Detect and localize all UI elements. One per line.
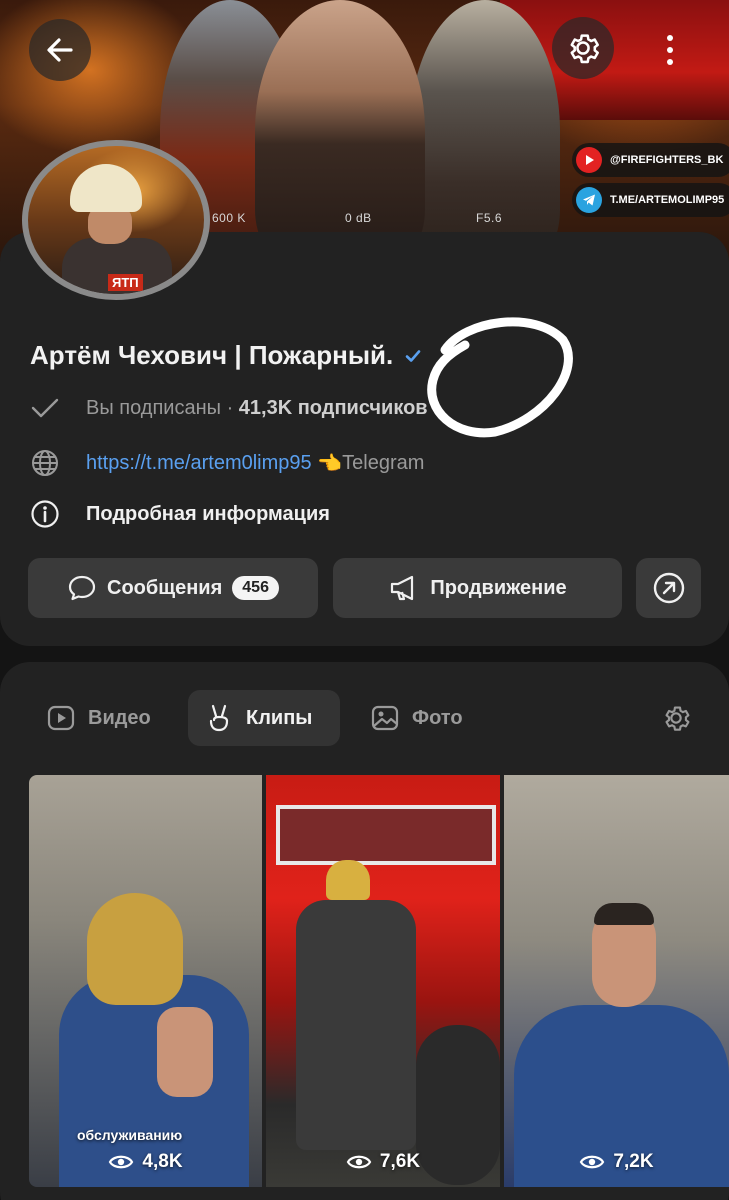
photo-icon [371,705,399,731]
clip-views: 4,8K [29,1151,262,1173]
check-icon [30,396,64,420]
play-icon [47,705,75,731]
avatar[interactable]: ЯТП [22,140,210,300]
cover-firefighter-center [255,0,425,262]
subscribed-label: Вы подписаны [86,396,221,419]
telegram-badge: T.ME/ARTEMOLIMP95 [572,183,729,217]
content-settings-button[interactable] [655,697,697,739]
website-row: https://t.me/artem0limp95 👈 Telegram [30,448,424,478]
tab-clips[interactable]: Клипы [188,690,340,746]
cover-stat: F5.6 [476,211,503,225]
clip-views: 7,6K [266,1151,500,1173]
link-suffix: Telegram [342,451,425,474]
more-menu-button[interactable] [650,24,690,76]
pointing-hand-emoji: 👈 [317,452,343,475]
clip-views: 7,2K [504,1151,729,1173]
globe-icon [30,448,64,478]
chat-bubble-icon [68,575,96,601]
clip-views-count: 7,2K [613,1151,654,1172]
tab-video[interactable]: Видео [30,690,167,746]
messages-count-badge: 456 [232,576,279,600]
eye-icon [346,1155,372,1169]
eye-icon [109,1155,134,1169]
verified-check-icon [405,349,421,362]
details-label: Подробная информация [86,502,330,525]
youtube-icon [576,147,602,173]
gear-icon [570,34,599,64]
clip-views-count: 7,6K [379,1151,421,1172]
avatar-badge-text: ЯТП [108,274,143,291]
youtube-handle: @FIREFIGHTERS_BK [610,154,724,166]
settings-button[interactable] [552,17,614,79]
profile-name-row: Артём Чехович | Пожарный. [30,340,423,371]
subscription-row[interactable]: Вы подписаны · 41,3K подписчиков [30,396,428,420]
share-button[interactable] [636,558,701,618]
tab-clips-label: Клипы [246,706,313,729]
clip-thumbnail[interactable]: 7,2K [504,775,729,1187]
cover-stat: 0 dB [345,211,372,225]
separator: · [226,396,234,419]
share-arrow-icon [653,572,684,604]
clips-hand-icon [209,704,229,732]
clip-views-count: 4,8K [142,1151,183,1172]
promote-button[interactable]: Продвижение [333,558,622,618]
telegram-handle: T.ME/ARTEMOLIMP95 [610,194,725,206]
gear-icon [665,706,690,731]
tab-photo[interactable]: Фото [354,690,479,746]
telegram-icon [576,187,602,213]
info-icon [30,499,64,529]
clip-thumbnail[interactable]: 7,6K [266,775,500,1187]
details-row[interactable]: Подробная информация [30,499,330,529]
arrow-left-icon [47,38,73,62]
cover-stat: 600 K [212,211,246,225]
tab-video-label: Видео [88,706,151,729]
profile-name: Артём Чехович | Пожарный. [30,340,394,370]
clip-thumbnail[interactable]: обслуживанию 4,8K [29,775,262,1187]
telegram-link[interactable]: https://t.me/artem0limp95 [86,452,312,475]
more-dots-icon [667,35,673,41]
promote-label: Продвижение [430,576,567,599]
messages-label: Сообщения [107,576,223,599]
messages-button[interactable]: Сообщения 456 [28,558,318,618]
subscriber-count: 41,3K подписчиков [238,396,428,419]
youtube-badge: @FIREFIGHTERS_BK [572,143,729,177]
back-button[interactable] [29,19,91,81]
tab-photo-label: Фото [412,706,463,729]
hand-drawn-circle-annotation [427,317,573,438]
megaphone-icon [391,575,414,601]
eye-icon [580,1155,605,1169]
clip-caption: обслуживанию [77,1127,183,1143]
